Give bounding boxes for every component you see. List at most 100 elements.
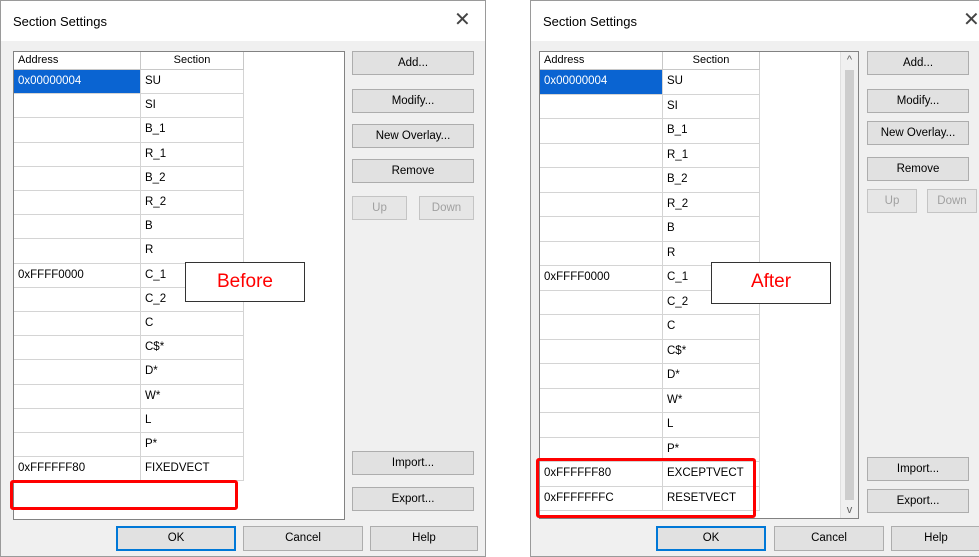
after-highlight-box	[536, 458, 756, 518]
remove-button[interactable]: Remove	[352, 159, 474, 183]
add-button[interactable]: Add...	[352, 51, 474, 75]
address-cell[interactable]: 0xFFFF0000	[540, 266, 663, 291]
address-cell[interactable]	[14, 239, 141, 264]
address-cell[interactable]	[540, 388, 663, 413]
column-header-address[interactable]: Address	[540, 52, 663, 70]
address-cell[interactable]: 0x00000004	[540, 70, 663, 95]
address-cell[interactable]	[14, 94, 141, 119]
address-cell[interactable]	[540, 119, 663, 144]
scroll-down-icon[interactable]: v	[841, 504, 858, 516]
close-icon[interactable]: ✕	[454, 7, 471, 32]
section-cell[interactable]: B_1	[663, 119, 760, 144]
section-cell[interactable]: R_1	[141, 142, 244, 167]
column-header-address[interactable]: Address	[14, 52, 141, 70]
close-icon[interactable]: ✕	[963, 7, 979, 32]
scroll-thumb[interactable]	[845, 70, 854, 500]
dialog-title: Section Settings	[543, 14, 637, 29]
modify-button[interactable]: Modify...	[867, 89, 969, 113]
address-cell[interactable]	[540, 168, 663, 193]
address-cell[interactable]	[14, 142, 141, 167]
section-cell[interactable]: B	[141, 215, 244, 240]
section-cell[interactable]: R_1	[663, 143, 760, 168]
address-cell[interactable]	[540, 241, 663, 266]
cancel-button[interactable]: Cancel	[774, 526, 884, 551]
section-cell[interactable]: C	[663, 315, 760, 340]
section-cell[interactable]: SU	[141, 70, 244, 95]
section-cell[interactable]: C	[141, 312, 244, 337]
after-callout: After	[711, 262, 831, 304]
address-cell[interactable]	[540, 143, 663, 168]
up-button[interactable]: Up	[867, 189, 917, 213]
address-cell[interactable]	[540, 339, 663, 364]
modify-button[interactable]: Modify...	[352, 89, 474, 113]
section-cell[interactable]: R	[141, 239, 244, 264]
address-cell[interactable]	[14, 360, 141, 385]
address-cell[interactable]	[540, 315, 663, 340]
section-cell[interactable]: FIXEDVECT	[141, 457, 244, 482]
address-cell[interactable]	[540, 364, 663, 389]
section-cell[interactable]: SI	[141, 94, 244, 119]
address-cell[interactable]	[14, 312, 141, 337]
before-callout: Before	[185, 262, 305, 302]
new-overlay-button[interactable]: New Overlay...	[867, 121, 969, 145]
section-cell[interactable]: B_1	[141, 118, 244, 143]
address-cell[interactable]	[540, 290, 663, 315]
import-button[interactable]: Import...	[867, 457, 969, 481]
before-highlight-box	[10, 480, 238, 510]
add-button[interactable]: Add...	[867, 51, 969, 75]
address-cell[interactable]	[14, 408, 141, 433]
section-cell[interactable]: W*	[141, 384, 244, 409]
section-cell[interactable]: P*	[141, 433, 244, 458]
title-bar: Section Settings ✕	[531, 1, 979, 41]
address-cell[interactable]	[14, 384, 141, 409]
down-button[interactable]: Down	[419, 196, 474, 220]
export-button[interactable]: Export...	[352, 487, 474, 511]
section-cell[interactable]: L	[663, 413, 760, 438]
address-cell[interactable]: 0xFFFFFF80	[14, 457, 141, 482]
address-cell[interactable]	[540, 413, 663, 438]
up-button[interactable]: Up	[352, 196, 407, 220]
address-cell[interactable]	[14, 215, 141, 240]
section-cell[interactable]: B_2	[663, 168, 760, 193]
title-bar: Section Settings ✕	[1, 1, 485, 41]
section-cell[interactable]: D*	[663, 364, 760, 389]
address-cell[interactable]: 0x00000004	[14, 70, 141, 95]
ok-button[interactable]: OK	[656, 526, 766, 551]
section-cell[interactable]: B	[663, 217, 760, 242]
section-cell[interactable]: R_2	[663, 192, 760, 217]
section-cell[interactable]: C$*	[663, 339, 760, 364]
ok-button[interactable]: OK	[116, 526, 236, 551]
section-cell[interactable]: R_2	[141, 191, 244, 216]
section-cell[interactable]: SI	[663, 94, 760, 119]
address-cell[interactable]	[14, 287, 141, 312]
address-cell[interactable]	[14, 118, 141, 143]
down-button[interactable]: Down	[927, 189, 977, 213]
section-cell[interactable]: L	[141, 408, 244, 433]
address-cell[interactable]	[14, 433, 141, 458]
section-cell[interactable]: D*	[141, 360, 244, 385]
section-cell[interactable]: SU	[663, 70, 760, 95]
address-cell[interactable]	[540, 192, 663, 217]
address-cell[interactable]	[540, 217, 663, 242]
remove-button[interactable]: Remove	[867, 157, 969, 181]
vertical-scrollbar[interactable]: ^ v	[840, 52, 858, 518]
help-button[interactable]: Help	[891, 526, 979, 551]
column-header-section[interactable]: Section	[141, 52, 244, 70]
section-cell[interactable]: W*	[663, 388, 760, 413]
export-button[interactable]: Export...	[867, 489, 969, 513]
address-cell[interactable]	[540, 94, 663, 119]
help-button[interactable]: Help	[370, 526, 478, 551]
address-cell[interactable]: 0xFFFF0000	[14, 263, 141, 288]
address-cell[interactable]	[14, 166, 141, 191]
cancel-button[interactable]: Cancel	[243, 526, 363, 551]
section-cell[interactable]: C$*	[141, 336, 244, 361]
address-cell[interactable]	[14, 336, 141, 361]
column-header-section[interactable]: Section	[663, 52, 760, 70]
scroll-up-icon[interactable]: ^	[841, 54, 858, 66]
dialog-title: Section Settings	[13, 14, 107, 29]
separator	[486, 0, 530, 557]
section-cell[interactable]: B_2	[141, 166, 244, 191]
address-cell[interactable]	[14, 191, 141, 216]
import-button[interactable]: Import...	[352, 451, 474, 475]
new-overlay-button[interactable]: New Overlay...	[352, 124, 474, 148]
